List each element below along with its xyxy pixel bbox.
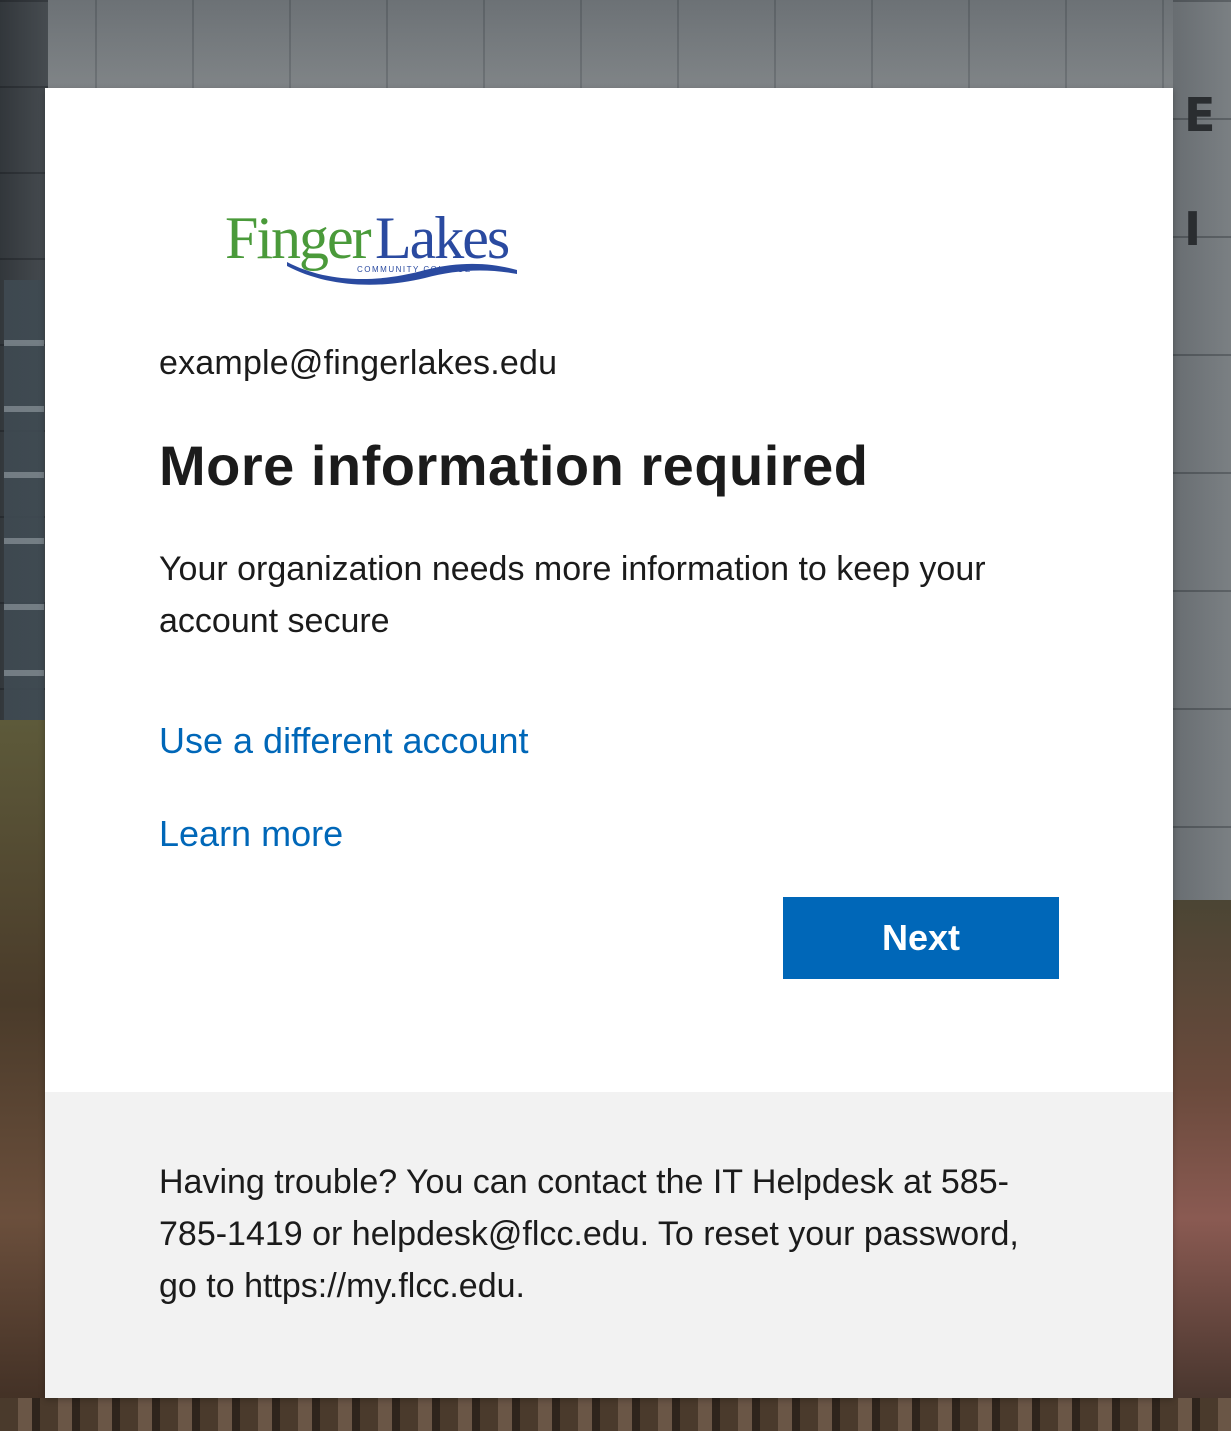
background-ground (0, 1398, 1231, 1431)
learn-more-link[interactable]: Learn more (159, 813, 343, 855)
background-foliage-left (0, 720, 48, 1431)
signin-main-section: Finger Lakes COMMUNITY COLLEGE example@f… (45, 88, 1173, 1092)
logo-subtext: COMMUNITY COLLEGE (357, 265, 472, 274)
building-sign-letter: E (1184, 88, 1216, 142)
page-description: Your organization needs more information… (159, 550, 986, 640)
background-building-top (0, 0, 1231, 88)
background-foliage-right (1173, 900, 1231, 1431)
background-windows-left (4, 280, 44, 740)
help-text: Having trouble? You can contact the IT H… (159, 1163, 1019, 1305)
next-button[interactable]: Next (783, 897, 1059, 979)
help-footer: Having trouble? You can contact the IT H… (45, 1092, 1173, 1398)
logo-text-finger: Finger (225, 205, 372, 271)
account-email: example@fingerlakes.edu (159, 344, 558, 382)
use-different-account-link[interactable]: Use a different account (159, 720, 529, 762)
signin-dialog: Finger Lakes COMMUNITY COLLEGE example@f… (45, 88, 1173, 1398)
organization-logo: Finger Lakes COMMUNITY COLLEGE (225, 200, 545, 296)
logo-text-lakes: Lakes (375, 205, 509, 271)
page-title: More information required (159, 434, 869, 497)
building-sign-letter: I (1184, 202, 1202, 256)
